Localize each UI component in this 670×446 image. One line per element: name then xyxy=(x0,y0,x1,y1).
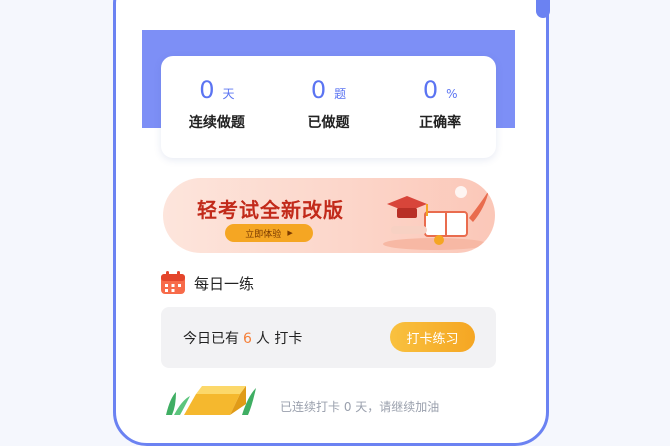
stat-value: 0 xyxy=(310,76,327,104)
streak-message: 已连续打卡 0 天，请继续加油 xyxy=(280,400,440,414)
promo-banner[interactable]: 轻考试全新改版 立即体验 ▶ xyxy=(163,178,495,253)
checkin-prefix: 今日已有 xyxy=(183,331,239,347)
try-now-button[interactable]: 立即体验 ▶ xyxy=(225,224,313,242)
graduation-book-illustration xyxy=(383,186,489,250)
calendar-icon xyxy=(161,271,185,294)
stat-streak-days: 0 天 连续做题 xyxy=(161,56,273,158)
stat-label: 正确率 xyxy=(419,115,462,131)
stat-label: 已做题 xyxy=(307,115,350,131)
checkin-button-label: 打卡练习 xyxy=(406,331,459,347)
checkin-practice-button[interactable]: 打卡练习 xyxy=(390,322,475,352)
stat-value: 0 xyxy=(422,76,439,104)
stat-label: 连续做题 xyxy=(188,115,245,131)
banner-title: 轻考试全新改版 xyxy=(197,198,344,222)
stats-card: 0 天 连续做题 0 题 已做题 0 % 正确率 xyxy=(161,56,496,158)
stat-accuracy: 0 % 正确率 xyxy=(384,56,496,158)
stat-unit: 天 xyxy=(222,87,235,101)
stat-unit: % xyxy=(446,87,458,101)
gold-bar-illustration xyxy=(166,386,256,415)
stat-value: 0 xyxy=(199,76,215,104)
phone-side-button xyxy=(536,0,550,18)
checkin-status: 今日已有 6 人 打卡 xyxy=(183,328,302,348)
app-screen: 0 天 连续做题 0 题 已做题 0 % 正确率 轻考试全新改版 立即体验 ▶ xyxy=(142,30,515,415)
stat-questions-done: 0 题 已做题 xyxy=(273,56,385,158)
checkin-suffix: 人 打卡 xyxy=(255,331,303,347)
play-icon: ▶ xyxy=(287,229,293,237)
daily-practice-header: 每日一练 xyxy=(160,271,254,295)
section-title: 每日一练 xyxy=(194,274,255,293)
stat-unit: 题 xyxy=(334,87,347,101)
try-now-label: 立即体验 xyxy=(245,229,282,240)
checkin-panel: 今日已有 6 人 打卡 打卡练习 xyxy=(161,307,496,368)
checkin-count: 6 xyxy=(243,331,252,347)
